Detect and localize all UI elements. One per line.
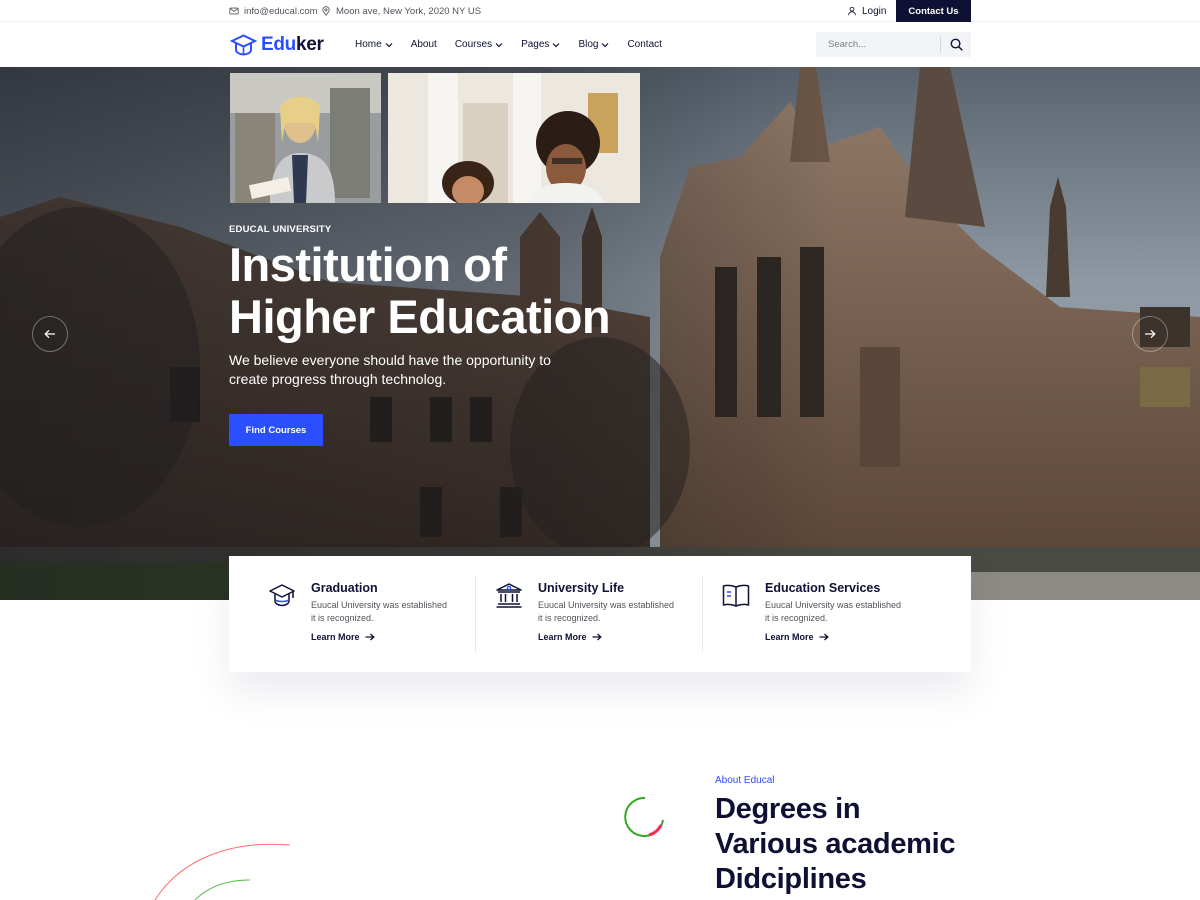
learn-more-label: Learn More: [311, 632, 360, 642]
feature-description-line-1: Euucal University was established: [765, 600, 902, 610]
feature-description-line-2: it is recognized.: [538, 612, 601, 623]
nav-about-label: About: [410, 39, 437, 50]
nav-home[interactable]: Home: [355, 39, 393, 50]
main-nav: Home About Courses Pages Blog Contact: [355, 22, 680, 67]
login-label: Login: [862, 5, 887, 17]
hero-title: Institution of Higher Education: [229, 239, 649, 343]
top-bar: info@educal.com Moon ave, New York, 2020…: [0, 0, 1200, 22]
hero-kicker: EDUCAL UNIVERSITY: [229, 224, 332, 235]
learn-more-label: Learn More: [765, 632, 814, 642]
nav-blog-label: Blog: [578, 39, 599, 50]
feature-title: University Life: [538, 581, 625, 595]
about-kicker: About Educal: [715, 775, 775, 786]
nav-pages-label: Pages: [521, 39, 550, 50]
nav-courses[interactable]: Courses: [455, 39, 503, 50]
nav-contact-label: Contact: [627, 39, 662, 50]
feature-item: University Life Euucal University was es…: [476, 556, 703, 672]
about-image-student: [230, 73, 381, 203]
chevron-down-icon: [553, 42, 560, 47]
feature-description-line-1: Euucal University was established: [538, 600, 675, 610]
feature-item: Education Services Euucal University was…: [703, 556, 971, 672]
chevron-down-icon: [495, 42, 503, 47]
search-icon: [950, 38, 963, 51]
learn-more-link[interactable]: Learn More: [538, 632, 602, 642]
map-pin-icon: [322, 6, 330, 16]
about-title-line-2: Various academic: [715, 828, 956, 860]
address-info: Moon ave, New York, 2020 NY US: [321, 0, 481, 22]
arrow-right-icon: [592, 633, 602, 641]
search-button[interactable]: [941, 32, 971, 57]
logo-text: Eduker: [261, 34, 324, 56]
graduation-cap-icon: [269, 584, 295, 607]
learn-more-label: Learn More: [538, 632, 587, 642]
slider-prev-button[interactable]: [32, 316, 68, 352]
hero-title-line-2: Higher Education: [229, 290, 611, 343]
nav-courses-label: Courses: [454, 39, 493, 50]
feature-description-line-2: it is recognized.: [311, 612, 374, 623]
feature-title: Graduation: [311, 581, 378, 595]
logo[interactable]: Eduker: [230, 32, 324, 58]
logo-mark-icon: [230, 34, 257, 56]
chevron-down-icon: [602, 42, 609, 47]
student-photo: [230, 73, 381, 203]
find-courses-button[interactable]: Find Courses: [229, 414, 323, 446]
book-icon: [722, 584, 750, 607]
arrow-right-icon: [1145, 329, 1156, 339]
logo-text-dark: ker: [296, 34, 324, 55]
contact-us-button[interactable]: Contact Us: [896, 0, 971, 22]
nav-contact[interactable]: Contact: [627, 39, 661, 50]
features-card: Graduation Euucal University was establi…: [229, 556, 971, 672]
university-building-icon: [496, 583, 522, 608]
login-link[interactable]: Login: [847, 0, 886, 22]
chevron-down-icon: [385, 42, 393, 47]
about-image-students: [388, 73, 640, 203]
nav-pages[interactable]: Pages: [521, 39, 560, 50]
feature-description-line-2: it is recognized.: [765, 612, 828, 623]
students-photo: [388, 73, 640, 203]
learn-more-link[interactable]: Learn More: [311, 632, 375, 642]
email-text: info@educal.com: [244, 5, 318, 17]
decorative-circle-red: [154, 843, 291, 900]
logo-text-accent: Edu: [261, 34, 296, 55]
main-header: Eduker Home About Courses Pages Blog Con…: [0, 22, 1200, 67]
learn-more-link[interactable]: Learn More: [765, 632, 829, 642]
arrow-right-icon: [365, 633, 375, 641]
decorative-ring: [624, 796, 664, 837]
nav-home-label: Home: [355, 39, 382, 50]
address-text: Moon ave, New York, 2020 NY US: [336, 5, 482, 17]
email-info[interactable]: info@educal.com: [229, 0, 318, 22]
nav-about[interactable]: About: [411, 39, 437, 50]
search-input[interactable]: [816, 32, 940, 57]
feature-title: Education Services: [765, 581, 881, 595]
slider-next-button[interactable]: [1132, 316, 1168, 352]
arrow-right-icon: [819, 633, 829, 641]
feature-item: Graduation Euucal University was establi…: [229, 556, 476, 672]
feature-description-line-1: Euucal University was established: [311, 600, 448, 610]
mail-icon: [229, 7, 239, 15]
about-title: Degrees in Various academic Didciplines: [715, 792, 975, 897]
about-title-line-1: Degrees in: [715, 793, 861, 825]
hero-title-line-1: Institution of: [229, 238, 507, 291]
hero-subtitle: We believe everyone should have the oppo…: [229, 352, 551, 387]
feature-description: Euucal University was established it is …: [538, 599, 683, 624]
user-icon: [848, 6, 856, 16]
feature-description: Euucal University was established it is …: [765, 599, 910, 624]
about-title-line-3: Didciplines: [715, 863, 867, 895]
arrow-left-icon: [44, 329, 55, 339]
search-box: [816, 32, 971, 57]
nav-blog[interactable]: Blog: [578, 39, 609, 50]
feature-description: Euucal University was established it is …: [311, 599, 456, 624]
